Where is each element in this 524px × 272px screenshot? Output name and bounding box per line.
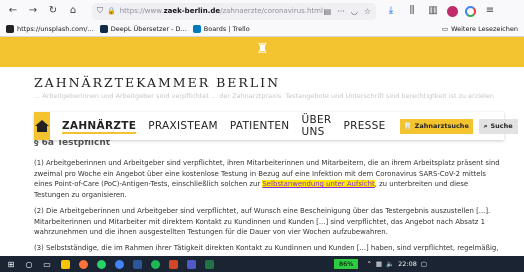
- network-icon[interactable]: ▦: [376, 260, 382, 268]
- nav-presse[interactable]: PRESSE: [344, 120, 386, 132]
- taskbar: ⊞ ○ ▭ 86% ⌃ ▦ 🔈 22:08 ▢: [0, 256, 524, 272]
- url-path: /zahnaerzte/coronavirus.html: [220, 7, 323, 15]
- chrome-icon[interactable]: [112, 257, 126, 271]
- tooth-icon: 🦷: [403, 122, 412, 130]
- pocket-icon[interactable]: ◡: [351, 7, 358, 16]
- library-icon[interactable]: ⫼: [405, 4, 419, 18]
- url-prefix: https://www.: [119, 7, 164, 15]
- folder-icon: ▭: [441, 25, 449, 33]
- teams-icon[interactable]: [184, 257, 198, 271]
- chevron-up-icon[interactable]: ⌃: [366, 260, 371, 268]
- paragraph-3: (3) Selbstständige, die im Rahmen ihrer …: [34, 244, 499, 252]
- system-tray: ⌃ ▦ 🔈 22:08 ▢: [366, 260, 427, 268]
- back-icon[interactable]: ←: [6, 4, 20, 18]
- nav-praxisteam[interactable]: PRAXISTEAM: [148, 120, 218, 132]
- bookmark-deepl[interactable]: DeepL Übersetzer - D...: [99, 25, 187, 33]
- word-icon[interactable]: [130, 257, 144, 271]
- notification-icon[interactable]: ▢: [421, 260, 427, 268]
- paragraph-2: (2) Die Arbeitgeberinnen und Arbeitgeber…: [34, 207, 491, 236]
- forward-icon[interactable]: →: [26, 4, 40, 18]
- volume-icon[interactable]: 🔈: [386, 260, 394, 268]
- zahnarztsuche-button[interactable]: 🦷 Zahnarztsuche: [399, 118, 473, 134]
- shield-icon[interactable]: ⛉: [97, 6, 103, 16]
- menu-icon[interactable]: ≡: [483, 4, 497, 18]
- bookmark-unsplash[interactable]: https://unsplash.com/...: [6, 25, 94, 33]
- bookmark-label: Boards | Trello: [203, 25, 250, 33]
- clock[interactable]: 22:08: [398, 260, 417, 268]
- zahnarztsuche-label: Zahnarztsuche: [414, 122, 469, 130]
- download-icon[interactable]: ⤓: [384, 4, 398, 18]
- deepl-icon: [99, 25, 108, 33]
- unsplash-icon: [6, 25, 14, 33]
- profile-avatar[interactable]: [447, 5, 458, 17]
- search-label: Suche: [490, 122, 513, 130]
- nav-patienten[interactable]: PATIENTEN: [230, 120, 290, 132]
- url-host: zaek-berlin.de: [163, 7, 221, 15]
- bookmark-trello[interactable]: Boards | Trello: [192, 25, 250, 33]
- highlighted-link[interactable]: Selbstanwendung unter Aufsicht: [262, 180, 375, 188]
- nav-buttons: ← → ↻ ⌂: [6, 4, 80, 18]
- file-explorer-icon[interactable]: [58, 257, 72, 271]
- nav-zahnaerzte[interactable]: ZAHNÄRZTE: [62, 120, 136, 132]
- reload-icon[interactable]: ↻: [46, 4, 60, 18]
- home-button[interactable]: [34, 112, 50, 140]
- search-button[interactable]: ⌕ Suche: [478, 118, 518, 134]
- task-view-icon[interactable]: ▭: [40, 257, 54, 271]
- house-icon: [35, 120, 49, 132]
- other-bookmarks-label: Weitere Lesezeichen: [451, 25, 518, 33]
- main-navigation: ZAHNÄRZTE PRAXISTEAM PATIENTEN ÜBER UNS …: [34, 112, 518, 140]
- reader-view-icon[interactable]: ▤: [324, 7, 332, 16]
- paragraph-1: (1) Arbeitgeberinnen und Arbeitgeber sin…: [34, 158, 504, 200]
- url-bar[interactable]: ⛉ 🔒 https://www. zaek-berlin.de/zahnaerzt…: [92, 2, 376, 20]
- nav-ueber-uns[interactable]: ÜBER UNS: [301, 114, 331, 138]
- battery-indicator[interactable]: 86%: [334, 259, 359, 269]
- whatsapp-icon[interactable]: [94, 257, 108, 271]
- bookmark-label: DeepL Übersetzer - D...: [110, 25, 187, 33]
- search-icon: ⌕: [483, 121, 488, 130]
- google-icon[interactable]: [465, 5, 476, 17]
- search-taskbar-icon[interactable]: ○: [22, 257, 36, 271]
- obscured-text: ... Arbeitgeberinnen und Arbeitgeber sin…: [34, 92, 494, 100]
- page-actions-icon[interactable]: ···: [337, 7, 345, 16]
- bookmarks-bar: https://unsplash.com/... DeepL Übersetze…: [0, 22, 524, 37]
- bookmark-label: https://unsplash.com/...: [17, 25, 94, 33]
- berlin-bear-logo-icon[interactable]: ♜: [256, 41, 269, 61]
- lock-icon[interactable]: 🔒: [107, 7, 116, 15]
- browser-toolbar: ← → ↻ ⌂ ⛉ 🔒 https://www. zaek-berlin.de/z…: [0, 0, 524, 22]
- firefox-icon[interactable]: [76, 257, 90, 271]
- windows-start-icon[interactable]: ⊞: [4, 257, 18, 271]
- spotify-icon[interactable]: [148, 257, 162, 271]
- site-name[interactable]: ZAHNÄRZTEKAMMER BERLIN: [34, 75, 280, 90]
- sidebar-icon[interactable]: ▥: [426, 4, 440, 18]
- excel-icon[interactable]: [202, 257, 216, 271]
- trello-icon: [192, 25, 201, 33]
- home-icon[interactable]: ⌂: [66, 4, 80, 18]
- powerpoint-icon[interactable]: [166, 257, 180, 271]
- site-banner: ♜: [0, 37, 524, 67]
- other-bookmarks[interactable]: ▭ Weitere Lesezeichen: [442, 25, 518, 33]
- bookmark-star-icon[interactable]: ☆: [364, 7, 371, 16]
